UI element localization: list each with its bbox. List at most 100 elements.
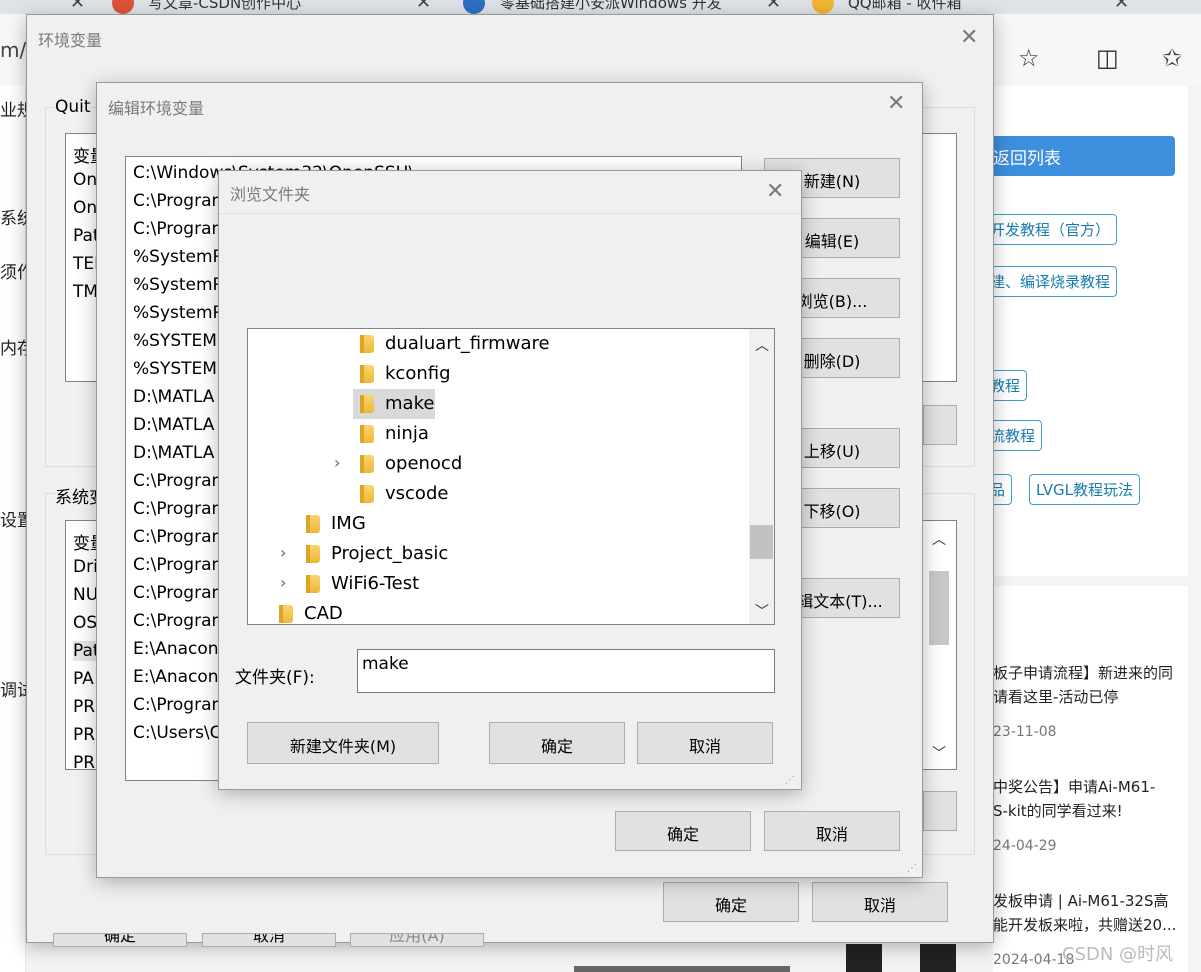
- folder-icon: [306, 545, 320, 563]
- path-item[interactable]: D:\MATLA: [133, 443, 214, 463]
- tree-item-label: Project_basic: [331, 543, 449, 564]
- path-item[interactable]: %SystemR: [133, 303, 224, 323]
- list-item[interactable]: NU: [73, 585, 98, 605]
- tag-link[interactable]: LVGL教程玩法: [1029, 474, 1140, 505]
- path-item[interactable]: C:\Program: [133, 219, 228, 239]
- tag-link[interactable]: 开发教程（官方）: [983, 214, 1118, 245]
- list-item[interactable]: PR: [73, 697, 95, 717]
- system-vars-list[interactable]: 变量 Dri NU OS Pat PA PR PR PR: [65, 520, 99, 770]
- tab-csdn-write[interactable]: 写文章-CSDN创作中心: [148, 0, 398, 14]
- scroll-down-icon[interactable]: ﹀: [755, 601, 769, 621]
- user-vars-list[interactable]: 变量 One One Pat TEI TM: [65, 133, 99, 382]
- tree-item-selected[interactable]: make: [248, 389, 748, 419]
- tab-close-icon[interactable]: ✕: [416, 0, 431, 13]
- tree-item-label: kconfig: [385, 363, 451, 384]
- path-item[interactable]: %SystemR: [133, 247, 224, 267]
- article-title[interactable]: 请看这里-活动已停: [993, 686, 1118, 707]
- path-item[interactable]: C:\Program: [133, 695, 228, 715]
- path-item[interactable]: %SYSTEM: [133, 359, 217, 379]
- path-item[interactable]: C:\Users\C: [133, 723, 222, 743]
- chevron-right-icon[interactable]: ›: [280, 573, 286, 592]
- path-item[interactable]: %SYSTEM: [133, 331, 217, 351]
- resize-grip-icon[interactable]: ⋰: [907, 863, 917, 874]
- path-item[interactable]: C:\Program: [133, 611, 228, 631]
- list-item[interactable]: PR: [73, 725, 95, 745]
- resize-grip-icon[interactable]: ⋰: [785, 775, 795, 786]
- path-item[interactable]: %SystemR: [133, 275, 224, 295]
- path-item[interactable]: C:\Program: [133, 583, 228, 603]
- path-item[interactable]: E:\Anacon: [133, 639, 219, 659]
- article-date: 24-04-29: [993, 838, 1057, 854]
- article-title[interactable]: S-kit的同学看过来!: [993, 800, 1123, 821]
- article-title[interactable]: 能开发板来啦，共赠送20...: [993, 914, 1176, 935]
- browse-folder-dialog: 浏览文件夹 ✕ dualuart_firmware kconfig make n…: [218, 170, 802, 790]
- list-item[interactable]: PR: [73, 753, 95, 769]
- scrollbar-thumb[interactable]: [750, 525, 773, 559]
- system-vars-button[interactable]: [923, 791, 957, 831]
- new-folder-button[interactable]: 新建文件夹(M): [247, 722, 439, 764]
- scrollbar-thumb[interactable]: [929, 571, 949, 645]
- article-title[interactable]: 中奖公告】申请Ai-M61-: [993, 776, 1155, 797]
- partial-ok-button[interactable]: 确定: [53, 933, 187, 947]
- split-screen-icon[interactable]: ◫: [1096, 44, 1119, 72]
- list-item[interactable]: OS: [73, 613, 97, 633]
- article-list: 板子申请流程】新进来的同 请看这里-活动已停 23-11-08 中奖公告】申请A…: [993, 586, 1188, 972]
- tree-item[interactable]: CAD: [248, 599, 748, 624]
- tree-scrollbar[interactable]: ︿ ﹀: [749, 329, 774, 624]
- list-item[interactable]: PA: [73, 669, 94, 689]
- scroll-up-icon[interactable]: ︿: [755, 335, 769, 355]
- tag-link[interactable]: 建、编译烧录教程: [983, 266, 1118, 297]
- partial-cancel-button[interactable]: 取消: [202, 933, 336, 947]
- folder-tree[interactable]: dualuart_firmware kconfig make ninja › o…: [247, 328, 775, 625]
- user-vars-list-right: [923, 133, 957, 382]
- path-item[interactable]: C:\Program: [133, 555, 228, 575]
- scroll-down-icon[interactable]: ﹀: [932, 743, 946, 763]
- chevron-right-icon[interactable]: ›: [334, 453, 340, 472]
- favorites-icon[interactable]: ✩: [1162, 44, 1182, 72]
- tree-item[interactable]: › Project_basic: [248, 539, 748, 569]
- path-item[interactable]: D:\MATLA: [133, 387, 214, 407]
- path-item[interactable]: C:\Program: [133, 499, 228, 519]
- chevron-right-icon[interactable]: ›: [280, 543, 286, 562]
- scroll-up-icon[interactable]: ︿: [932, 529, 946, 549]
- article-title[interactable]: 发板申请 | Ai-M61-32S高: [993, 890, 1168, 911]
- favorite-star-icon[interactable]: ☆: [1018, 44, 1040, 72]
- tree-item[interactable]: kconfig: [248, 359, 748, 389]
- browse-ok-button[interactable]: 确定: [489, 722, 625, 764]
- tab-qqmail[interactable]: QQ邮箱 - 收件箱: [848, 0, 1028, 14]
- list-item[interactable]: Dri: [73, 557, 98, 577]
- tab-guide[interactable]: 零基础搭建小安派Windows 开发: [500, 0, 756, 14]
- dialog-title: 环境变量: [38, 31, 103, 50]
- tree-item[interactable]: vscode: [248, 479, 748, 509]
- tree-item[interactable]: › WiFi6-Test: [248, 569, 748, 599]
- env-cancel-button[interactable]: 取消: [812, 882, 948, 922]
- path-item[interactable]: C:\Program: [133, 527, 228, 547]
- env-ok-button[interactable]: 确定: [663, 882, 799, 922]
- tree-item[interactable]: ninja: [248, 419, 748, 449]
- path-item[interactable]: C:\Program: [133, 471, 228, 491]
- edit-ok-button[interactable]: 确定: [615, 811, 751, 851]
- path-item[interactable]: D:\MATLA: [133, 415, 214, 435]
- edit-cancel-button[interactable]: 取消: [764, 811, 900, 851]
- tree-item[interactable]: › openocd: [248, 449, 748, 479]
- folder-icon: [306, 515, 320, 533]
- folder-input[interactable]: make: [357, 649, 775, 693]
- path-item[interactable]: C:\Program: [133, 191, 228, 211]
- tab-close-icon[interactable]: ✕: [766, 0, 781, 13]
- article-title[interactable]: 板子申请流程】新进来的同: [993, 662, 1173, 683]
- list-item[interactable]: TM: [73, 282, 98, 302]
- tree-item-label: dualuart_firmware: [385, 333, 550, 354]
- path-item[interactable]: E:\Anacon: [133, 667, 219, 687]
- back-to-list-button[interactable]: 返回列表: [993, 136, 1175, 176]
- close-icon[interactable]: ✕: [887, 93, 905, 115]
- tab-close-icon[interactable]: ✕: [70, 0, 85, 13]
- browse-cancel-button[interactable]: 取消: [637, 722, 773, 764]
- partial-apply-button[interactable]: 应用(A): [350, 933, 484, 947]
- close-icon[interactable]: ✕: [766, 181, 784, 203]
- tab-close-icon[interactable]: ✕: [1114, 0, 1129, 13]
- user-vars-button[interactable]: [923, 405, 957, 445]
- tree-item[interactable]: dualuart_firmware: [248, 329, 748, 359]
- tree-item[interactable]: IMG: [248, 509, 748, 539]
- close-icon[interactable]: ✕: [960, 27, 978, 49]
- system-vars-scroll[interactable]: ︿ ﹀: [923, 520, 957, 770]
